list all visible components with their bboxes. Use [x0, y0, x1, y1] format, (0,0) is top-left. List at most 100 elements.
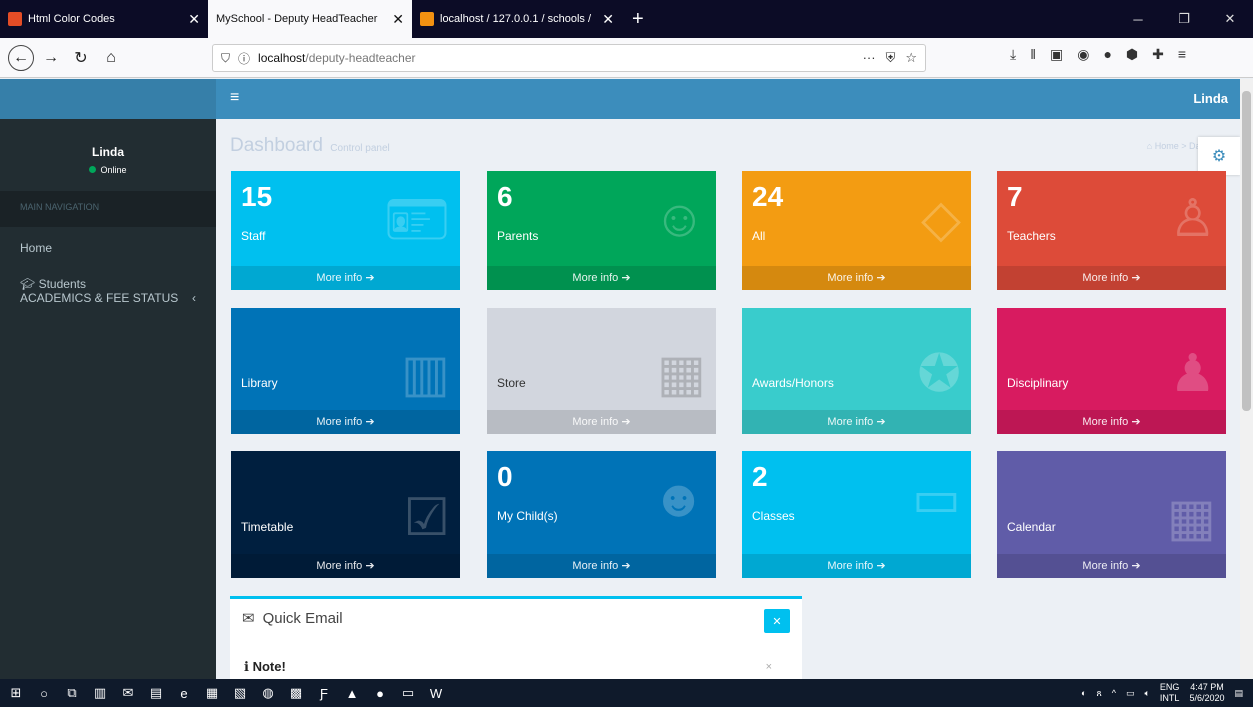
calendar-check-icon: ☑: [403, 489, 450, 547]
window-close-icon[interactable]: ✕: [1207, 0, 1253, 38]
more-info-link[interactable]: More info ➔: [997, 410, 1226, 434]
arrows-icon: ◇: [921, 190, 961, 248]
info-icon[interactable]: ⓘ: [238, 50, 250, 67]
more-info-link[interactable]: More info ➔: [742, 266, 971, 290]
windows-taskbar: ⊞ ○ ⧉ ▥ ✉ ▤ e ▦ ▧ ◍ ▩ Ƒ ▲ ● ▭ W ◐ ጸ ^ ▭ …: [0, 679, 1253, 707]
firefox-icon[interactable]: ◍: [256, 685, 280, 701]
minimize-icon[interactable]: ─: [1115, 0, 1161, 38]
sidebar: Linda Online MAIN NAVIGATION Home 🎓︎ Stu…: [0, 119, 216, 679]
clock-date: 5/6/2020: [1189, 693, 1225, 703]
close-tab-icon[interactable]: ✕: [602, 11, 614, 28]
reload-icon[interactable]: ↻: [68, 45, 94, 71]
app3-icon[interactable]: ●: [368, 686, 392, 701]
pocket-icon[interactable]: ⛨: [886, 50, 896, 66]
more-info-link[interactable]: More info ➔: [231, 266, 460, 290]
people-icon: ☺: [652, 190, 706, 248]
network-icon[interactable]: ▭: [1126, 688, 1135, 699]
tab-myschool[interactable]: MySchool - Deputy HeadTeacher ✕: [208, 0, 412, 38]
more-info-link[interactable]: More info ➔: [487, 554, 716, 578]
windows-start-icon[interactable]: ⊞: [4, 685, 28, 701]
tab-title: Html Color Codes: [28, 13, 115, 25]
explorer-icon[interactable]: ▤: [144, 685, 168, 701]
more-info-link[interactable]: More info ➔: [742, 410, 971, 434]
people-tray-icon[interactable]: ጸ: [1096, 688, 1101, 699]
more-info-label: More info: [1082, 416, 1129, 428]
sidebar-toggle-icon[interactable]: ≡: [230, 89, 239, 107]
shield-icon[interactable]: ⛉: [221, 51, 230, 66]
more-info-link[interactable]: More info ➔: [997, 266, 1226, 290]
library-icon[interactable]: ‖: [1030, 46, 1036, 63]
stat-label: Library: [241, 376, 278, 390]
home-icon[interactable]: ⌂: [98, 45, 124, 71]
lang-line2: INTL: [1159, 693, 1180, 703]
tab-html-color-codes[interactable]: Html Color Codes ✕: [0, 0, 208, 38]
stat-box-parents: 6 Parents ☺ More info ➔: [487, 171, 716, 290]
sidebar-item-label: Home: [20, 241, 53, 255]
url-bar[interactable]: ⛉ ⓘ localhost/deputy-headteacher ··· ⛨ ☆: [212, 44, 926, 72]
vlc-icon[interactable]: ▲: [340, 686, 364, 701]
forward-icon[interactable]: →: [38, 45, 64, 71]
more-info-link[interactable]: More info ➔: [997, 554, 1226, 578]
clock[interactable]: 4:47 PM 5/6/2020: [1189, 682, 1224, 704]
app2-icon[interactable]: ▩: [284, 685, 308, 701]
volume-icon[interactable]: 🔈︎: [1145, 688, 1150, 699]
edge-icon[interactable]: e: [172, 686, 196, 701]
more-info-link[interactable]: More info ➔: [487, 410, 716, 434]
more-info-link[interactable]: More info ➔: [742, 554, 971, 578]
extensions-puzzle-icon[interactable]: ✚: [1152, 46, 1164, 63]
scrollbar-thumb[interactable]: [1242, 91, 1251, 411]
stat-count: 24: [752, 181, 784, 212]
word-icon[interactable]: W: [424, 686, 448, 701]
stat-label: Disciplinary: [1007, 376, 1069, 390]
new-tab-button[interactable]: +: [622, 0, 654, 38]
stat-label: Store: [497, 376, 526, 390]
account-icon[interactable]: ◉: [1077, 46, 1089, 63]
sidebar-item-students[interactable]: 🎓︎ Students ACADEMICS & FEE STATUS ‹: [0, 255, 216, 305]
user-menu[interactable]: Linda: [1193, 91, 1228, 106]
clock-time: 4:47 PM: [1190, 682, 1224, 692]
bookmark-star-icon[interactable]: ☆: [905, 50, 917, 66]
task-view-icon[interactable]: ⧉: [60, 685, 84, 701]
app-icon[interactable]: ▦: [200, 685, 224, 701]
filezilla-icon[interactable]: Ƒ: [312, 686, 336, 701]
sidebar-item-home[interactable]: Home: [0, 227, 216, 255]
restore-icon[interactable]: ❐: [1161, 0, 1207, 38]
close-tab-icon[interactable]: ✕: [392, 11, 404, 28]
close-email-button[interactable]: ✕: [764, 609, 790, 633]
store-icon[interactable]: ▥: [88, 685, 112, 701]
id-card-icon: 🪪︎: [383, 191, 450, 249]
notifications-icon[interactable]: ▤: [1234, 688, 1243, 699]
dismiss-note-icon[interactable]: ×: [766, 661, 772, 673]
download-icon[interactable]: ⤓: [1010, 46, 1016, 63]
more-info-label: More info: [316, 416, 363, 428]
sidebar-item-academics[interactable]: ACADEMICS & FEE STATUS: [20, 291, 178, 305]
teacher-icon: ♙: [1169, 190, 1216, 248]
stat-label: Parents: [497, 229, 539, 243]
page-scrollbar[interactable]: [1240, 79, 1253, 679]
sidebar-icon[interactable]: ▣: [1050, 46, 1063, 63]
stat-label: My Child(s): [497, 509, 558, 523]
mail-icon[interactable]: ✉: [116, 685, 140, 701]
back-icon[interactable]: ←: [8, 44, 34, 71]
tray-icon[interactable]: ◐: [1081, 688, 1086, 698]
menu-icon[interactable]: ≡: [1178, 46, 1186, 63]
extension-icon[interactable]: ●: [1103, 46, 1111, 63]
settings-gear-icon[interactable]: ⚙: [1198, 137, 1240, 175]
language-indicator[interactable]: ENG INTL: [1160, 682, 1180, 704]
html-color-favicon-icon: [8, 12, 22, 26]
page-actions-icon[interactable]: ···: [863, 50, 876, 66]
chevron-up-icon[interactable]: ^: [1112, 688, 1116, 698]
search-icon[interactable]: ○: [32, 686, 56, 701]
more-info-link[interactable]: More info ➔: [231, 410, 460, 434]
terminal-icon[interactable]: ▭: [396, 685, 420, 701]
more-info-link[interactable]: More info ➔: [231, 554, 460, 578]
stat-count: 7: [1007, 181, 1023, 212]
notepad-icon[interactable]: ▧: [228, 685, 252, 701]
tab-phpmyadmin[interactable]: localhost / 127.0.0.1 / schools / ✕: [412, 0, 622, 38]
more-info-link[interactable]: More info ➔: [487, 266, 716, 290]
arrow-circle-right-icon: ➔: [621, 272, 631, 284]
close-tab-icon[interactable]: ✕: [188, 11, 200, 28]
quick-email-box: ✉ Quick Email ✕ ℹ Note! ×: [230, 596, 802, 679]
more-info-label: More info: [572, 272, 619, 284]
adblock-icon[interactable]: ⬢: [1126, 46, 1138, 63]
